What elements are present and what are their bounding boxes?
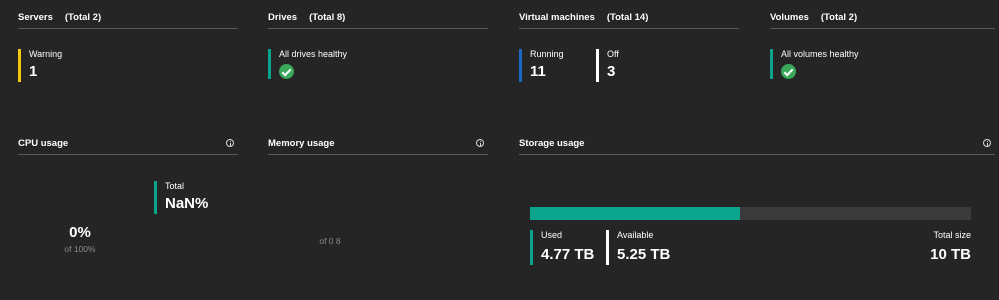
vm-off-stat[interactable]: Off 3 xyxy=(596,49,619,82)
vm-off-label: Off xyxy=(607,49,619,59)
storage-usage-title: Storage usage xyxy=(519,138,585,149)
storage-used-value: 4.77 TB xyxy=(541,246,595,263)
cpu-total-value: NaN% xyxy=(165,195,209,212)
servers-warning-value: 1 xyxy=(29,63,38,80)
cpu-usage-tile: CPU usage Total NaN% 0% of 100% xyxy=(18,134,238,294)
info-icon[interactable] xyxy=(226,139,234,147)
vm-off-value: 3 xyxy=(607,63,616,80)
servers-tile-title: Servers (Total 2) xyxy=(18,12,101,23)
storage-usage-header: Storage usage xyxy=(519,134,995,155)
volumes-healthy-stat[interactable]: All volumes healthy xyxy=(770,49,859,79)
cpu-total-stat: Total NaN% xyxy=(154,181,208,214)
servers-title-text: Servers xyxy=(18,12,53,23)
info-icon[interactable] xyxy=(476,139,484,147)
cpu-usage-title: CPU usage xyxy=(18,138,69,149)
servers-warning-stat[interactable]: Warning 1 xyxy=(18,49,62,82)
check-circle-icon xyxy=(781,64,796,79)
volumes-total-text: (Total 2) xyxy=(820,12,858,23)
cpu-usage-value: 0% xyxy=(69,224,91,241)
storage-usage-bar xyxy=(530,207,971,220)
cpu-total-label: Total xyxy=(165,181,185,191)
drives-tile-title: Drives (Total 8) xyxy=(268,12,345,23)
cpu-usage-of-text: of 100% xyxy=(64,244,96,254)
virtual-machines-total-text: (Total 14) xyxy=(606,12,649,23)
storage-total-label: Total size xyxy=(933,230,971,240)
memory-usage-of-text: of 0 8 xyxy=(319,236,341,246)
virtual-machines-tile[interactable]: Virtual machines (Total 14) Running 11 Of… xyxy=(519,8,739,108)
servers-warning-label: Warning xyxy=(29,49,63,59)
vm-running-label: Running xyxy=(530,49,564,59)
virtual-machines-title-text: Virtual machines xyxy=(519,12,595,23)
storage-total-stat: Total size 10 TB xyxy=(930,230,971,265)
memory-usage-header: Memory usage xyxy=(268,134,488,155)
volumes-title-text: Volumes xyxy=(770,12,809,23)
storage-used-stat: Used 4.77 TB xyxy=(530,230,594,265)
virtual-machines-tile-title: Virtual machines (Total 14) xyxy=(519,12,648,23)
drives-tile-header: Drives (Total 8) xyxy=(268,8,488,29)
volumes-tile-header: Volumes (Total 2) xyxy=(770,8,995,29)
volumes-tile[interactable]: Volumes (Total 2) All volumes healthy xyxy=(770,8,995,108)
drives-tile[interactable]: Drives (Total 8) All drives healthy xyxy=(268,8,488,108)
storage-available-label: Available xyxy=(617,230,654,240)
servers-tile-header: Servers (Total 2) xyxy=(18,8,238,29)
cpu-usage-readout: 0% of 100% xyxy=(40,224,120,254)
cpu-usage-header: CPU usage xyxy=(18,134,238,155)
servers-tile[interactable]: Servers (Total 2) Warning 1 xyxy=(18,8,238,108)
info-icon[interactable] xyxy=(983,139,991,147)
volumes-tile-title: Volumes (Total 2) xyxy=(770,12,857,23)
check-circle-icon xyxy=(279,64,294,79)
storage-total-value: 10 TB xyxy=(930,246,971,263)
storage-used-label: Used xyxy=(541,230,563,240)
storage-available-value: 5.25 TB xyxy=(617,246,671,263)
vm-running-value: 11 xyxy=(530,63,546,80)
drives-healthy-label: All drives healthy xyxy=(279,49,348,59)
virtual-machines-tile-header: Virtual machines (Total 14) xyxy=(519,8,739,29)
drives-title-text: Drives xyxy=(268,12,298,23)
storage-used-fill xyxy=(530,207,741,220)
drives-healthy-stat[interactable]: All drives healthy xyxy=(268,49,347,79)
memory-usage-title: Memory usage xyxy=(268,138,335,149)
memory-usage-tile: Memory usage of 0 8 xyxy=(268,134,488,294)
volumes-healthy-label: All volumes healthy xyxy=(781,49,859,59)
storage-available-stat: Available 5.25 TB xyxy=(606,230,670,265)
servers-total-text: (Total 2) xyxy=(64,12,102,23)
vm-running-stat[interactable]: Running 11 xyxy=(519,49,564,82)
drives-total-text: (Total 8) xyxy=(309,12,346,23)
